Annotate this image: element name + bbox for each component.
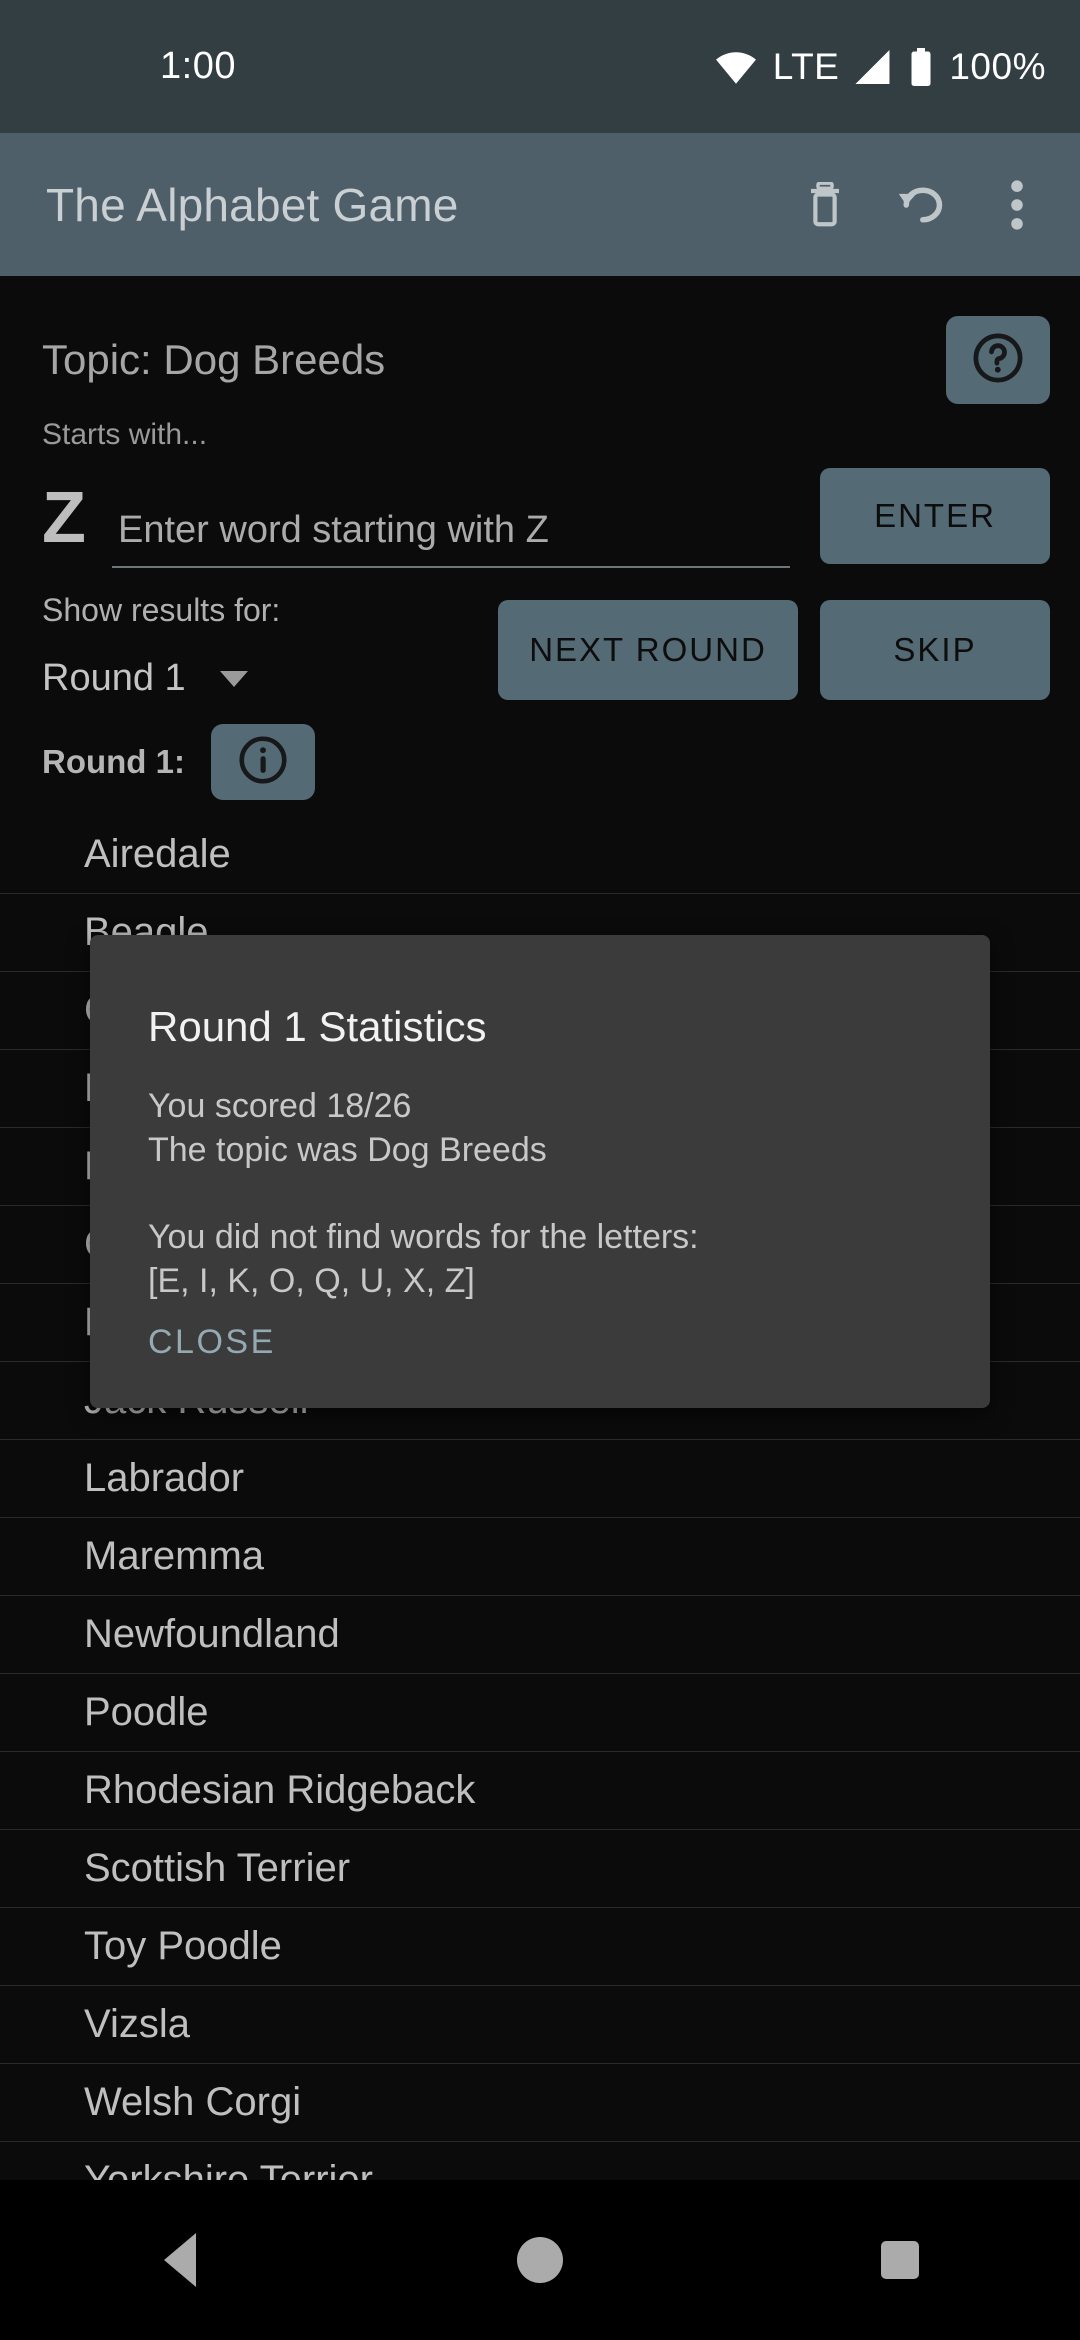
recents-button[interactable] (825, 2210, 975, 2310)
home-button[interactable] (465, 2210, 615, 2310)
dialog-actions: CLOSE (148, 1313, 276, 1372)
back-button[interactable] (105, 2210, 255, 2310)
android-nav-bar (0, 2180, 1080, 2340)
round-statistics-dialog: Round 1 Statistics You scored 18/26 The … (90, 935, 990, 1408)
dialog-missing-letters-text: You did not find words for the letters: … (148, 1218, 699, 1300)
dialog-close-button[interactable]: CLOSE (148, 1313, 276, 1372)
phone-screen: 1:00 LTE 100% The Alphabet Game Topic: D… (0, 0, 1080, 2340)
recents-square-icon (881, 2241, 919, 2279)
back-triangle-icon (164, 2233, 196, 2287)
home-circle-icon (517, 2237, 563, 2283)
dialog-scrim[interactable]: Round 1 Statistics You scored 18/26 The … (0, 0, 1080, 2340)
dialog-title: Round 1 Statistics (148, 1003, 487, 1050)
dialog-score-text: You scored 18/26 The topic was Dog Breed… (148, 1087, 547, 1169)
